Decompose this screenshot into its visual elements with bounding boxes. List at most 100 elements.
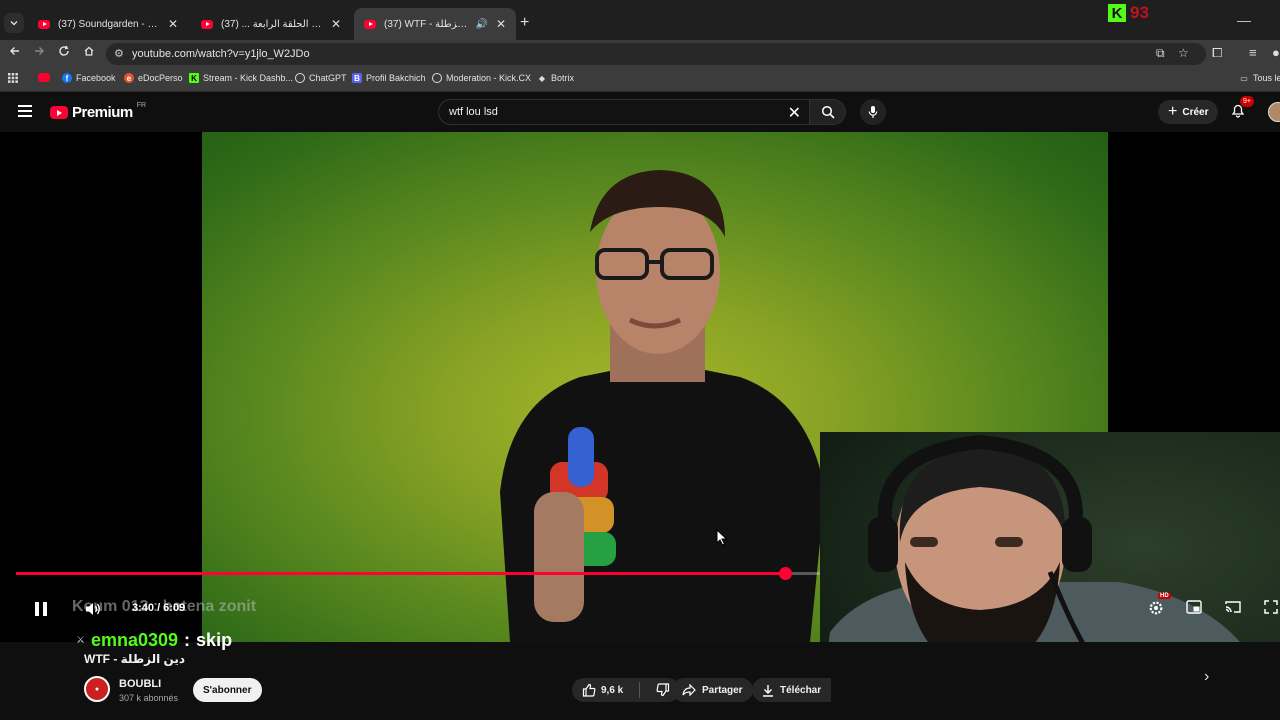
- tab-list-button[interactable]: [4, 13, 24, 33]
- volume-button[interactable]: [84, 601, 102, 622]
- reload-icon[interactable]: [58, 45, 70, 60]
- bookmark-label: Moderation - Kick.CX: [446, 73, 532, 83]
- pause-button[interactable]: [32, 600, 50, 623]
- reading-list-icon[interactable]: ≡: [1249, 45, 1257, 60]
- search-icon: [821, 105, 835, 119]
- bookmark-label: eDocPerso: [138, 73, 183, 83]
- bookmark-star-icon[interactable]: ☆: [1178, 46, 1189, 60]
- video-title: WTF - دين الزطلة: [84, 652, 186, 666]
- logo-text: Premium: [72, 104, 133, 121]
- site-info-icon[interactable]: ⚙: [114, 47, 124, 60]
- voice-search-button[interactable]: [860, 99, 886, 125]
- miniplayer-button[interactable]: [1186, 600, 1202, 619]
- youtube-logo-icon: [50, 106, 68, 119]
- bookmark-label: Profil Bakchich: [366, 73, 426, 83]
- bookmark-edocperso[interactable]: e eDocPerso: [124, 73, 183, 83]
- window-minimize-button[interactable]: —: [1237, 12, 1251, 28]
- streamer-figure: [828, 434, 1240, 642]
- like-dislike-group: 9,6 k: [572, 678, 681, 702]
- bookmark-label: Tous les: [1253, 73, 1280, 83]
- tab-title: (37) Soundgarden - Black Hole: [58, 18, 160, 30]
- search-query-text[interactable]: wtf lou lsd: [449, 106, 498, 118]
- miniplayer-icon: [1186, 600, 1202, 614]
- chevron-right-icon[interactable]: ›: [1204, 668, 1209, 686]
- tab-soundgarden[interactable]: (37) Soundgarden - Black Hole ✕: [28, 8, 188, 40]
- share-label: Partager: [702, 684, 743, 696]
- speaker-icon[interactable]: 🔊: [475, 19, 487, 30]
- menu-hamburger-icon[interactable]: [18, 105, 32, 117]
- home-icon[interactable]: [83, 45, 95, 60]
- bookmark-youtube[interactable]: [38, 73, 50, 82]
- progress-played: [16, 572, 786, 575]
- bookmarks-bar: f Facebook e eDocPerso K Stream - Kick D…: [0, 68, 1280, 92]
- cast-icon: [1225, 601, 1241, 613]
- profile-icon[interactable]: ●: [1272, 45, 1280, 60]
- tab-title: (37) WTF - دين الزطلة - YouTube: [384, 18, 469, 30]
- settings-button[interactable]: [1148, 600, 1164, 621]
- video-player[interactable]: Koum 013 : hatena zonit 3:40 / 6:09 HD: [0, 132, 1280, 642]
- share-button[interactable]: Partager: [672, 678, 753, 702]
- subscribe-button[interactable]: S'abonner: [193, 678, 262, 702]
- bookmark-profil-bakchich[interactable]: B Profil Bakchich: [352, 73, 426, 83]
- youtube-header: Premium FR wtf lou lsd ✕ + Créer 9+: [0, 92, 1280, 132]
- bookmark-label: ChatGPT: [309, 73, 347, 83]
- logo-region: FR: [136, 102, 147, 109]
- hd-badge: HD: [1158, 593, 1171, 599]
- kick-logo-icon: K: [1108, 4, 1126, 22]
- plus-icon: +: [1168, 103, 1178, 120]
- mouse-cursor-icon: [716, 529, 728, 546]
- bookmark-botrix[interactable]: ◆ Botrix: [537, 73, 574, 83]
- chat-separator: :: [184, 630, 191, 650]
- fullscreen-button[interactable]: [1264, 600, 1278, 619]
- chat-message: skip: [196, 630, 233, 650]
- like-button[interactable]: 9,6 k: [572, 678, 633, 702]
- cast-button[interactable]: [1225, 600, 1241, 619]
- share-arrow-icon: [682, 684, 696, 696]
- channel-avatar[interactable]: ●: [84, 676, 110, 702]
- download-button[interactable]: Téléchar: [752, 678, 832, 702]
- apps-grid-icon[interactable]: [8, 73, 18, 83]
- kick-viewer-count: 93: [1130, 3, 1149, 22]
- new-tab-button[interactable]: +: [520, 14, 529, 32]
- search-input[interactable]: wtf lou lsd ✕: [438, 99, 810, 125]
- search-button[interactable]: [810, 99, 846, 125]
- thumbs-up-icon: [582, 683, 596, 697]
- tab-wtf-active[interactable]: (37) WTF - دين الزطلة - YouTube 🔊 ✕: [354, 8, 516, 40]
- bookmark-kick-dashboard[interactable]: K Stream - Kick Dashb...: [189, 73, 293, 83]
- address-url[interactable]: youtube.com/watch?v=y1jlo_W2JDo: [132, 48, 310, 60]
- bookmark-chatgpt[interactable]: ChatGPT: [295, 73, 347, 83]
- address-bar[interactable]: ⚙ youtube.com/watch?v=y1jlo_W2JDo ⧉ ☆: [106, 43, 1206, 65]
- clear-search-icon[interactable]: ✕: [788, 103, 801, 123]
- account-avatar[interactable]: [1268, 102, 1280, 122]
- forward-arrow-icon[interactable]: [33, 45, 45, 60]
- sword-badge-icon: ⚔: [76, 635, 85, 646]
- fullscreen-icon: [1264, 600, 1278, 614]
- moderation-icon: [432, 73, 442, 83]
- youtube-favicon-icon: [38, 19, 50, 29]
- chat-overlay-message: ⚔ emna0309 : skip: [76, 630, 232, 651]
- browser-toolbar: ⚙ youtube.com/watch?v=y1jlo_W2JDo ⧉ ☆ ⧠ …: [0, 40, 1280, 68]
- kick-viewer-badge: K 93: [1108, 3, 1149, 23]
- profile-icon: B: [352, 73, 362, 83]
- bookmark-facebook[interactable]: f Facebook: [62, 73, 116, 83]
- channel-name[interactable]: BOUBLI: [119, 678, 161, 690]
- tab-el-3ayek[interactable]: العايق وخوه الحلقة الرابعة ... (37) ✕: [191, 8, 351, 40]
- chat-username: emna0309: [90, 630, 179, 650]
- youtube-icon: [38, 73, 50, 82]
- close-tab-icon[interactable]: ✕: [496, 17, 506, 31]
- back-arrow-icon[interactable]: [9, 45, 21, 60]
- notification-count-badge: 9+: [1240, 96, 1254, 107]
- browser-tab-bar: (37) Soundgarden - Black Hole ✕ العايق و…: [0, 0, 1280, 40]
- extensions-icon[interactable]: ⧠: [1212, 45, 1222, 61]
- volume-icon: [86, 603, 100, 615]
- all-bookmarks-folder[interactable]: ▭ Tous les: [1239, 73, 1280, 83]
- close-tab-icon[interactable]: ✕: [168, 17, 178, 31]
- bookmark-moderation[interactable]: Moderation - Kick.CX: [432, 73, 531, 83]
- chevron-down-icon: [10, 21, 18, 26]
- youtube-premium-logo[interactable]: Premium FR: [50, 102, 147, 121]
- close-tab-icon[interactable]: ✕: [331, 17, 341, 31]
- bookmark-label: Facebook: [76, 73, 116, 83]
- microphone-icon: [868, 106, 878, 118]
- install-app-icon[interactable]: ⧉: [1156, 46, 1165, 61]
- create-button[interactable]: + Créer: [1158, 100, 1219, 124]
